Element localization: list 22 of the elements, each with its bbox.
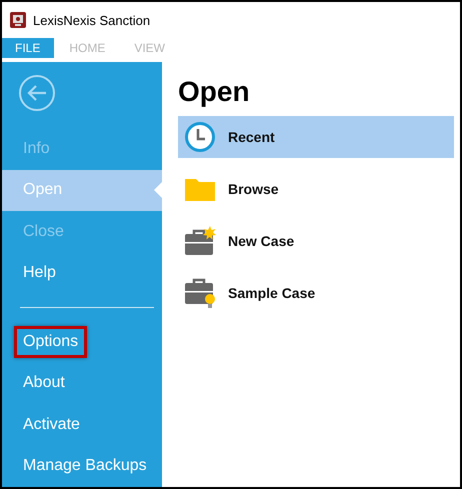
- app-icon: [10, 12, 26, 28]
- back-button[interactable]: [18, 74, 56, 112]
- sidebar-item[interactable]: Help: [2, 252, 162, 294]
- folder-icon: [184, 176, 216, 202]
- page-heading: Open: [178, 76, 251, 108]
- sidebar-item[interactable]: Activate: [2, 404, 162, 446]
- ribbon-tab[interactable]: VIEW: [121, 38, 180, 58]
- briefcase-star-icon: [184, 226, 216, 256]
- window-title: LexisNexis Sanction: [33, 12, 150, 28]
- open-option[interactable]: New Case: [178, 220, 454, 262]
- sidebar-item[interactable]: Options: [2, 320, 162, 362]
- sidebar-item[interactable]: Manage Backups: [2, 445, 162, 487]
- open-option[interactable]: Sample Case: [178, 272, 454, 314]
- ribbon-tab[interactable]: HOME: [56, 38, 120, 58]
- open-option[interactable]: Recent: [178, 116, 454, 158]
- clock-icon: [184, 121, 216, 153]
- sidebar-item[interactable]: About: [2, 362, 162, 404]
- selection-notch: [154, 182, 162, 198]
- sidebar-item[interactable]: Open: [2, 170, 162, 211]
- ribbon-tab[interactable]: FILE: [2, 38, 54, 58]
- open-option[interactable]: Browse: [178, 168, 454, 210]
- briefcase-bulb-icon: [184, 277, 216, 309]
